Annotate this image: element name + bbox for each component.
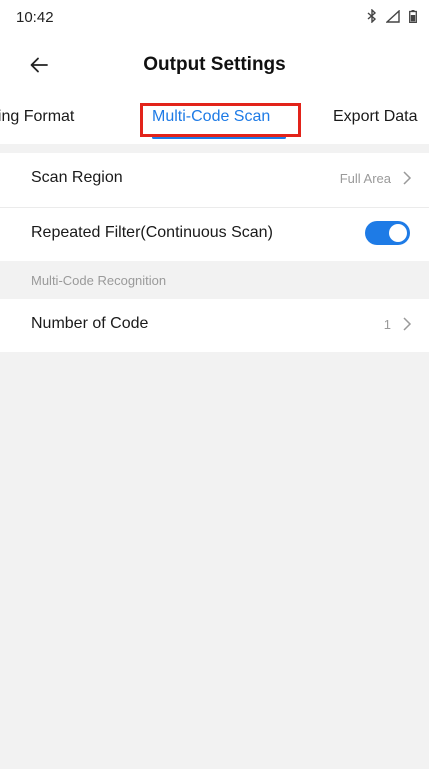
settings-group-general: Scan Region Full Area Repeated Filter(Co… [0, 153, 429, 261]
bluetooth-icon [367, 9, 377, 23]
settings-group-multi-code: Number of Code 1 [0, 299, 429, 352]
tab-export-data[interactable]: Export Data [333, 108, 417, 126]
number-of-code-value: 1 [383, 317, 391, 332]
highlight-box [140, 103, 301, 137]
tab-decoding-format[interactable]: ding Format [0, 108, 74, 126]
number-of-code-row[interactable]: Number of Code 1 [0, 299, 429, 351]
number-of-code-label: Number of Code [31, 315, 149, 332]
chevron-right-icon [403, 317, 412, 331]
repeated-filter-row: Repeated Filter(Continuous Scan) [0, 208, 429, 260]
toggle-knob [389, 224, 407, 242]
repeated-filter-toggle[interactable] [365, 221, 410, 245]
tab-bar: ding Format Multi-Code Scan Export Data [0, 94, 429, 144]
scan-region-value: Full Area [339, 171, 391, 186]
repeated-filter-label: Repeated Filter(Continuous Scan) [31, 224, 273, 241]
app-bar: Output Settings [0, 36, 429, 94]
page-title: Output Settings [143, 54, 286, 75]
status-icons [367, 9, 417, 23]
status-bar: 10:42 [0, 0, 429, 36]
section-header-label: Multi-Code Recognition [31, 273, 167, 288]
signal-icon [386, 9, 400, 23]
status-time: 10:42 [16, 9, 54, 26]
battery-icon [409, 9, 417, 23]
scan-region-label: Scan Region [31, 169, 123, 186]
chevron-right-icon [403, 171, 412, 185]
scan-region-row[interactable]: Scan Region Full Area [0, 153, 429, 205]
section-header-multi-code: Multi-Code Recognition [0, 261, 429, 299]
